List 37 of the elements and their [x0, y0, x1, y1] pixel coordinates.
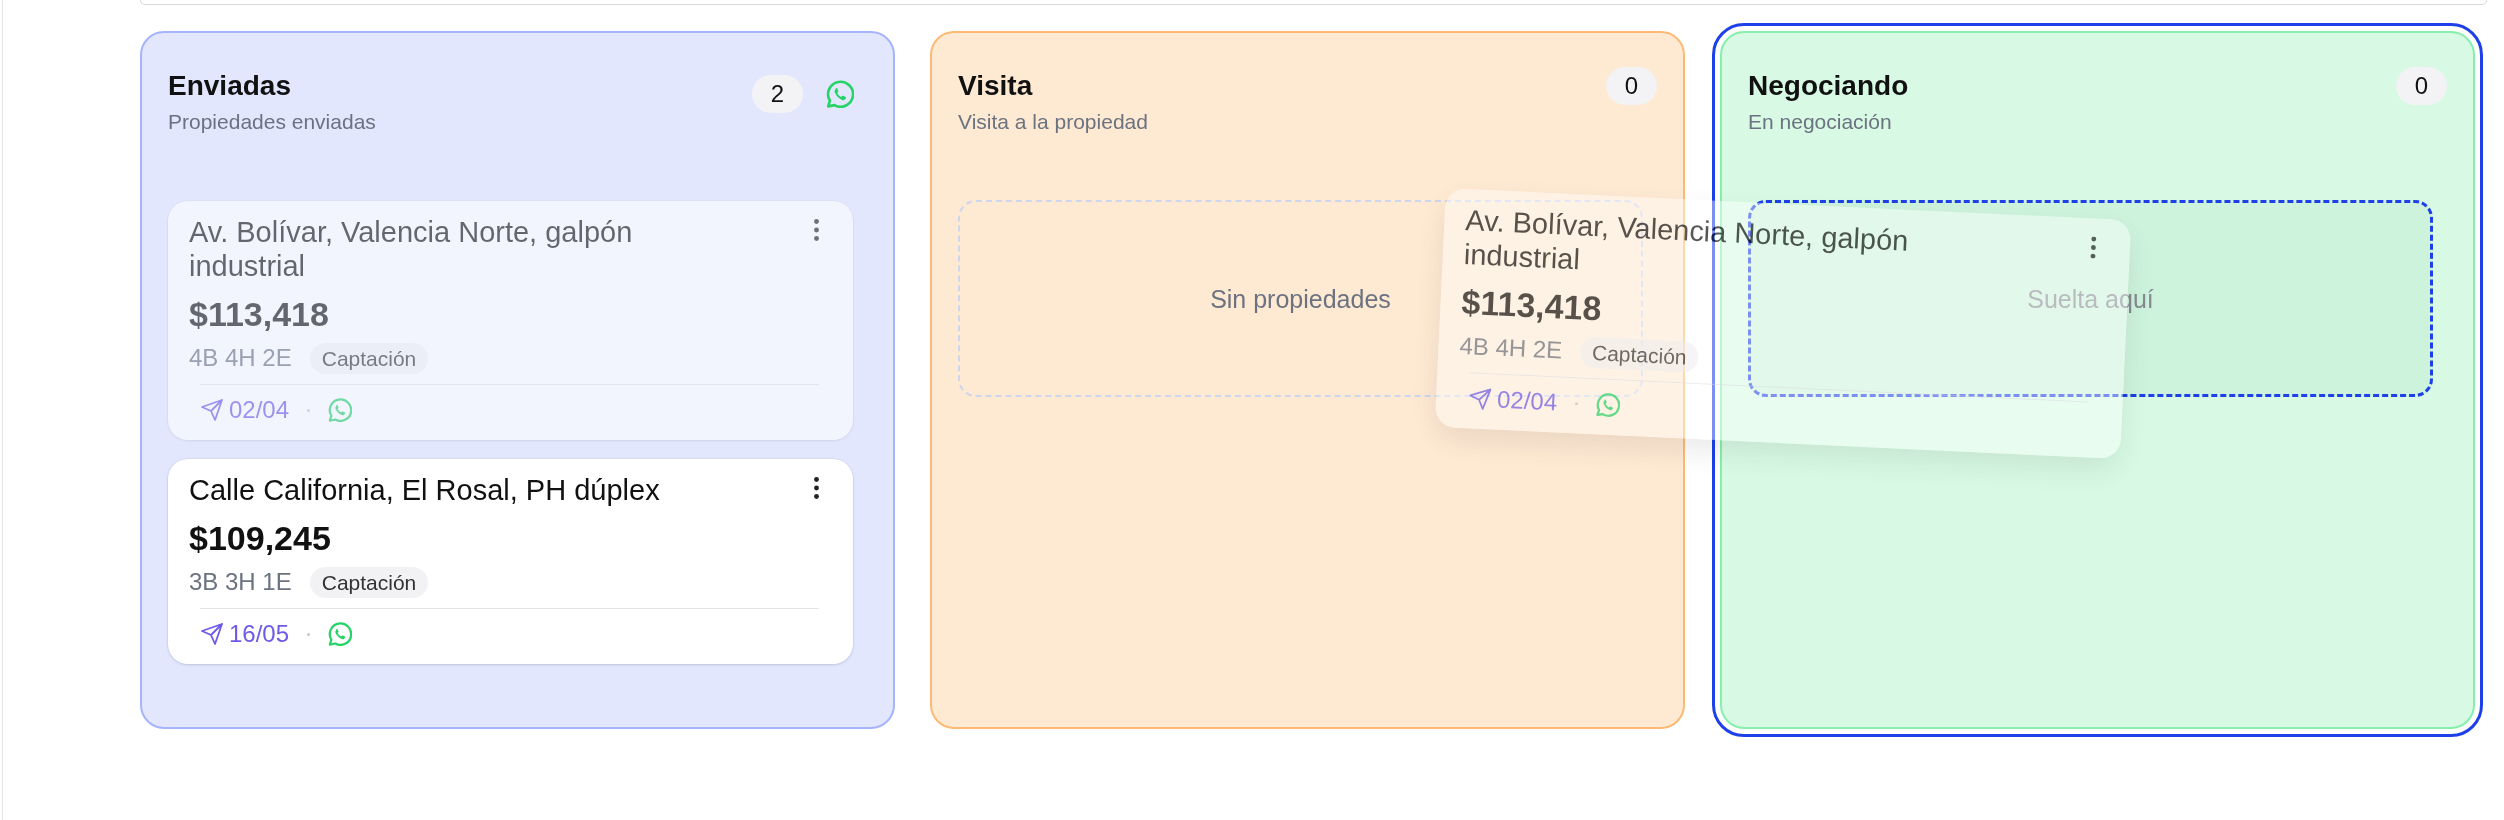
column-subtitle: En negociación — [1748, 109, 1893, 135]
column-subtitle: Visita a la propiedad — [958, 109, 1148, 135]
whatsapp-icon[interactable] — [826, 80, 854, 108]
empty-state-text: Sin propiedades — [1210, 283, 1391, 314]
send-icon — [201, 399, 223, 421]
property-card[interactable]: Av. Bolívar, Valencia Norte, galpón industrial $113,418 4B 4H 2E Captación 02/04 — [168, 201, 853, 440]
property-price: $113,418 — [1460, 281, 1604, 330]
card-title: Av. Bolívar, Valencia Norte, galpón industrial — [189, 215, 634, 283]
card-title: Av. Bolívar, Valencia Norte, galpón industrial — [1463, 202, 1911, 278]
separator-dot-icon — [1575, 401, 1579, 405]
separator-dot-icon — [307, 632, 311, 636]
more-menu-icon[interactable] — [812, 477, 821, 499]
sent-date: 02/04 — [1496, 386, 1558, 416]
whatsapp-icon[interactable] — [1595, 392, 1621, 418]
column-subtitle: Propiedades enviadas — [168, 109, 376, 135]
send-icon — [1468, 387, 1492, 411]
property-specs: 4B 4H 2E — [189, 343, 292, 373]
whatsapp-icon[interactable] — [328, 398, 353, 422]
count-badge: 0 — [1606, 67, 1657, 105]
whatsapp-icon[interactable] — [328, 622, 353, 646]
send-icon — [201, 623, 223, 645]
count-badge: 2 — [752, 75, 803, 113]
property-card[interactable]: Calle California, El Rosal, PH dúplex $109,245 3B 3H 1E Captación 16/05 — [168, 459, 853, 664]
sent-date: 02/04 — [229, 397, 290, 423]
card-title: Calle California, El Rosal, PH dúplex — [189, 473, 660, 507]
category-tag: Captación — [309, 566, 429, 598]
property-specs: 4B 4H 2E — [1458, 330, 1563, 366]
column-title: Visita — [958, 69, 1034, 103]
property-specs: 3B 3H 1E — [189, 567, 292, 597]
sent-date: 16/05 — [229, 621, 290, 647]
separator-dot-icon — [307, 408, 311, 412]
property-price: $109,245 — [189, 518, 332, 559]
count-badge: 0 — [2396, 67, 2447, 105]
column-title: Negociando — [1748, 69, 1909, 103]
property-price: $113,418 — [189, 294, 330, 335]
column-title: Enviadas — [168, 69, 292, 103]
category-tag: Captación — [309, 342, 429, 374]
